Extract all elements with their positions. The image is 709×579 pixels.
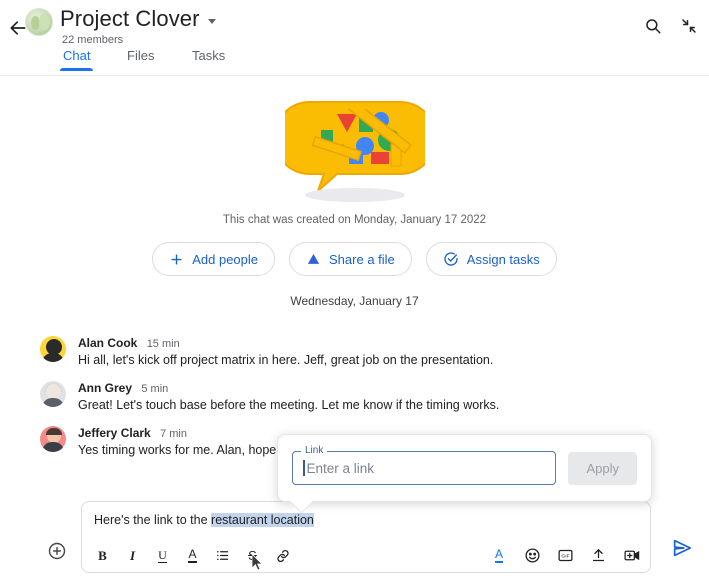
underline-icon[interactable]: U xyxy=(154,547,171,564)
tab-bar: Chat Files Tasks xyxy=(0,48,709,76)
chat-intro: This chat was created on Monday, January… xyxy=(0,76,709,308)
emoji-icon[interactable] xyxy=(523,546,541,564)
link-icon[interactable] xyxy=(274,547,291,564)
add-people-label: Add people xyxy=(192,251,259,267)
avatar-ann-grey[interactable] xyxy=(40,381,66,407)
share-file-button[interactable]: Share a file xyxy=(289,242,412,276)
chat-bubble-illustration xyxy=(272,92,437,202)
chat-created-text: This chat was created on Monday, January… xyxy=(222,214,487,226)
link-field-label: Link xyxy=(301,445,328,456)
app-header: Project Clover 22 members xyxy=(0,0,709,48)
insert-link-dialog: Link Enter a link Apply xyxy=(277,434,652,502)
message-sender: Ann Grey xyxy=(78,381,133,395)
composer-area: Here's the link to the restaurant locati… xyxy=(0,501,709,573)
message-text: Great! Let's touch base before the meeti… xyxy=(78,398,500,412)
avatar-jeffery-clark[interactable] xyxy=(40,426,66,452)
formatting-toolbar: B I U A S xyxy=(94,547,291,564)
text-color-icon[interactable]: A xyxy=(184,547,201,564)
collapse-icon[interactable] xyxy=(679,16,699,36)
task-check-icon xyxy=(444,252,458,266)
illustration-shadow xyxy=(304,188,405,202)
tab-files[interactable]: Files xyxy=(127,48,154,71)
gif-icon[interactable]: GIF xyxy=(556,546,574,564)
add-people-button[interactable]: Add people xyxy=(152,242,276,276)
message-row: Alan Cook 15 min Hi all, let's kick off … xyxy=(0,332,709,377)
search-icon[interactable] xyxy=(643,16,663,36)
header-actions xyxy=(643,16,699,36)
intro-action-row: Add people Share a file Assign tasks xyxy=(0,242,709,276)
title-row: Project Clover xyxy=(60,6,216,32)
video-add-icon[interactable] xyxy=(622,546,640,564)
link-input-field[interactable]: Link Enter a link xyxy=(292,445,557,485)
share-file-label: Share a file xyxy=(329,251,395,267)
apply-button[interactable]: Apply xyxy=(568,451,637,485)
message-timestamp: 5 min xyxy=(141,383,169,395)
message-sender: Alan Cook xyxy=(78,336,138,350)
chevron-down-icon[interactable] xyxy=(207,18,216,24)
composer-text-selected: restaurant location xyxy=(211,513,314,527)
page-title: Project Clover xyxy=(60,6,200,31)
plus-circle-icon[interactable] xyxy=(47,541,67,561)
upload-icon[interactable] xyxy=(589,546,607,564)
text-caret xyxy=(303,460,305,476)
message-composer[interactable]: Here's the link to the restaurant locati… xyxy=(81,501,651,573)
drive-icon xyxy=(307,253,320,264)
assign-tasks-label: Assign tasks xyxy=(466,251,540,267)
composer-text-plain: Here's the link to the xyxy=(94,513,212,527)
bulleted-list-icon[interactable] xyxy=(214,547,231,564)
bold-icon[interactable]: B xyxy=(94,547,111,564)
send-icon[interactable] xyxy=(671,537,693,559)
italic-icon[interactable]: I xyxy=(124,547,141,564)
composer-right-tools: A GIF xyxy=(490,546,640,564)
message-timestamp: 15 min xyxy=(146,338,180,350)
composer-text[interactable]: Here's the link to the restaurant locati… xyxy=(94,513,314,527)
tab-chat[interactable]: Chat xyxy=(59,48,94,71)
strikethrough-icon[interactable]: S xyxy=(244,547,261,564)
room-avatar[interactable] xyxy=(25,8,53,36)
message-row: Ann Grey 5 min Great! Let's touch base b… xyxy=(0,377,709,422)
message-sender: Jeffery Clark xyxy=(78,426,151,440)
format-text-icon[interactable]: A xyxy=(490,546,508,564)
message-text: Hi all, let's kick off project matrix in… xyxy=(78,353,494,367)
date-divider: Wednesday, January 17 xyxy=(290,294,419,308)
avatar-alan-cook[interactable] xyxy=(40,336,66,362)
plus-icon xyxy=(171,253,182,265)
assign-tasks-button[interactable]: Assign tasks xyxy=(425,242,557,276)
svg-text:GIF: GIF xyxy=(561,553,569,559)
link-input-placeholder: Enter a link xyxy=(306,460,375,476)
member-count: 22 members xyxy=(62,34,124,46)
tab-tasks[interactable]: Tasks xyxy=(192,48,225,71)
message-timestamp: 7 min xyxy=(160,428,187,440)
